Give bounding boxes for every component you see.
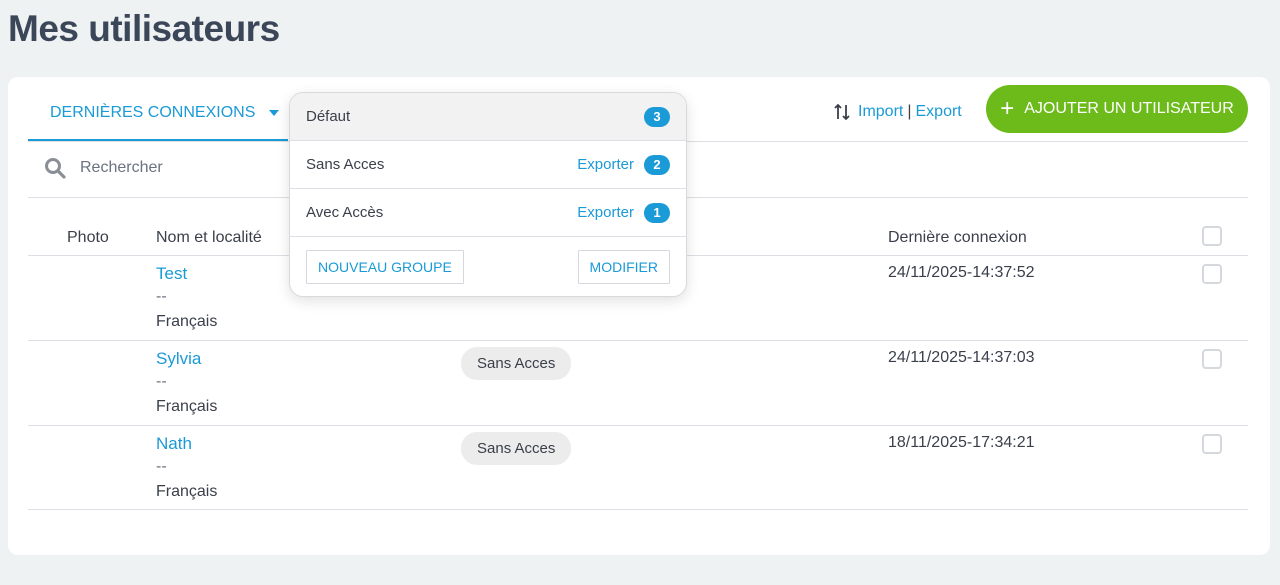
tab-label: DERNIÈRES CONNEXIONS	[50, 104, 256, 121]
search-bar	[44, 157, 280, 179]
dropdown-item-sans-acces[interactable]: Sans Acces Exporter 2	[290, 141, 686, 189]
plus-icon: +	[1000, 95, 1015, 122]
user-locality: --	[156, 288, 167, 305]
group-dropdown: Défaut 3 Sans Acces Exporter 2 Avec Accè…	[289, 92, 687, 297]
dropdown-item-avec-acces[interactable]: Avec Accès Exporter 1	[290, 189, 686, 237]
user-locality: --	[156, 373, 167, 390]
search-input[interactable]	[80, 159, 280, 177]
dropdown-item-label: Avec Accès	[306, 204, 384, 221]
last-login-date: 24/11/2025-14:37:52	[888, 264, 1035, 281]
header-photo: Photo	[67, 229, 109, 246]
add-user-label: AJOUTER UN UTILISATEUR	[1024, 100, 1234, 117]
caret-down-icon	[269, 110, 280, 116]
row-checkbox[interactable]	[1202, 434, 1222, 454]
last-login-date: 24/11/2025-14:37:03	[888, 349, 1035, 366]
import-link[interactable]: Import	[858, 103, 903, 121]
export-group-link[interactable]: Exporter	[577, 156, 634, 173]
sort-arrows-icon	[834, 103, 850, 121]
dropdown-item-default[interactable]: Défaut 3	[290, 93, 686, 141]
table-row: Sylvia -- Français Sans Acces 24/11/2025…	[8, 341, 1270, 425]
user-name-link[interactable]: Test	[156, 264, 187, 284]
group-badge: Sans Acces	[461, 347, 572, 380]
modify-button[interactable]: MODIFIER	[577, 250, 670, 284]
separator: |	[907, 103, 912, 120]
count-badge: 1	[644, 202, 670, 223]
row-checkbox[interactable]	[1202, 349, 1222, 369]
user-name-link[interactable]: Nath	[156, 434, 192, 454]
dropdown-item-label: Sans Acces	[306, 156, 385, 173]
user-language: Français	[156, 313, 218, 330]
count-badge: 3	[644, 106, 670, 127]
group-badge: Sans Acces	[461, 432, 572, 465]
import-export: Import | Export	[834, 102, 962, 122]
select-all-checkbox[interactable]	[1202, 226, 1222, 246]
table-row: Nath -- Français Sans Acces 18/11/2025-1…	[8, 426, 1270, 510]
header-name: Nom et localité	[156, 229, 262, 246]
user-language: Français	[156, 398, 218, 415]
search-icon	[45, 158, 66, 179]
last-login-date: 18/11/2025-17:34:21	[888, 434, 1035, 451]
divider	[28, 509, 1248, 510]
row-checkbox[interactable]	[1202, 264, 1222, 284]
tab-last-connections[interactable]: DERNIÈRES CONNEXIONS	[28, 87, 288, 142]
page-title: Mes utilisateurs	[8, 8, 280, 49]
count-badge: 2	[644, 154, 670, 175]
user-language: Français	[156, 483, 218, 500]
dropdown-item-label: Défaut	[306, 108, 351, 125]
export-group-link[interactable]: Exporter	[577, 204, 634, 221]
user-name-link[interactable]: Sylvia	[156, 349, 201, 369]
header-last-login[interactable]: Dernière connexion	[888, 229, 1027, 247]
add-user-button[interactable]: + AJOUTER UN UTILISATEUR	[986, 85, 1248, 133]
new-group-button[interactable]: NOUVEAU GROUPE	[306, 250, 464, 284]
dropdown-footer: NOUVEAU GROUPE MODIFIER	[290, 237, 686, 296]
export-link[interactable]: Export	[916, 103, 962, 121]
user-locality: --	[156, 458, 167, 475]
